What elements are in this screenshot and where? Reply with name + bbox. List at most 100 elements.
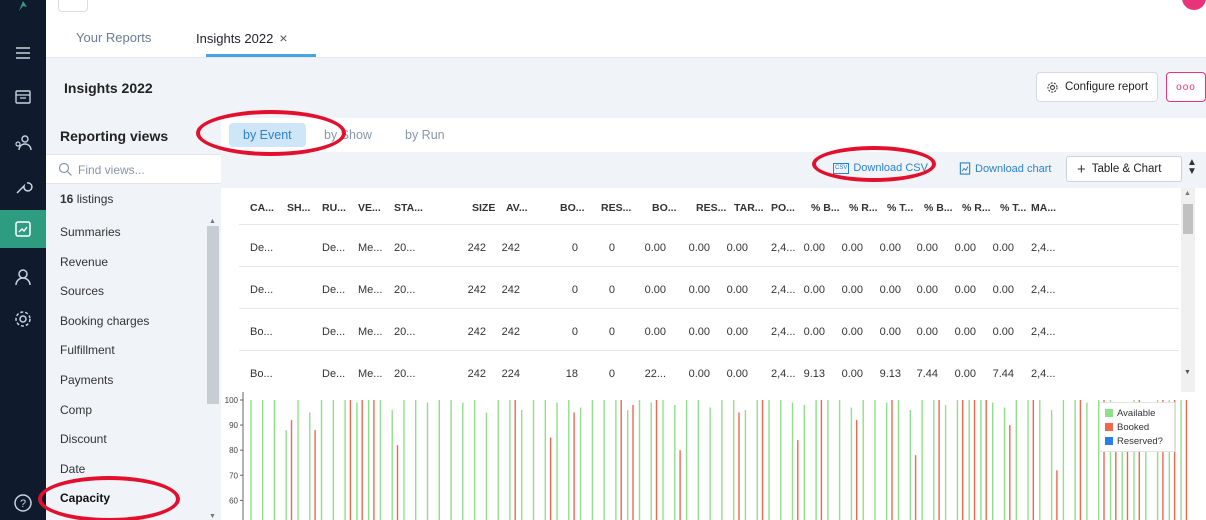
y-tick-label: 90 [229, 421, 238, 430]
bar-available [391, 410, 393, 520]
table-cell: 20... [394, 284, 416, 296]
bar-booked [514, 400, 516, 520]
bar-available [273, 400, 276, 520]
scroll-up-icon[interactable]: ▲ [1184, 190, 1191, 197]
menu-icon[interactable] [0, 36, 46, 70]
bar-available [426, 402, 429, 520]
ticket-icon[interactable] [0, 80, 46, 114]
legend-item-reserved[interactable]: Reserved? [1105, 434, 1169, 448]
bar-available [450, 400, 452, 520]
close-icon[interactable]: × [279, 30, 287, 46]
column-header[interactable]: SIZE [472, 202, 495, 214]
download-chart-button[interactable]: Download chart [959, 162, 1051, 175]
view-item-fulfillment[interactable]: Fulfillment [46, 336, 206, 366]
bar-available [332, 400, 334, 520]
scrollbar-thumb[interactable] [207, 226, 219, 404]
column-header[interactable]: RES... [696, 202, 726, 214]
bar-booked [820, 400, 823, 520]
view-item-summaries[interactable]: Summaries [46, 218, 206, 248]
table-cell: 9.13 [879, 368, 901, 380]
legend-label: Reserved? [1117, 435, 1163, 447]
column-header[interactable]: % B... [924, 202, 953, 214]
legend-item-available[interactable]: Available [1105, 406, 1169, 420]
bar-available [638, 400, 641, 520]
column-header[interactable]: RES... [601, 202, 631, 214]
table-cell: Me... [358, 284, 383, 296]
column-header[interactable]: % R... [962, 202, 991, 214]
bar-booked [856, 420, 858, 520]
avatar[interactable] [1182, 0, 1206, 10]
tab-by-show[interactable]: by Show [324, 123, 372, 147]
select-stepper-icon[interactable]: ▲ ▼ [1187, 158, 1197, 177]
legend-swatch [1105, 423, 1113, 431]
scroll-down-icon[interactable]: ▼ [209, 513, 216, 520]
bar-available [509, 400, 511, 520]
column-header[interactable]: RU... [322, 202, 346, 214]
view-item-capacity[interactable]: Capacity [46, 484, 206, 514]
view-item-discount[interactable]: Discount [46, 425, 206, 455]
view-item-date[interactable]: Date [46, 455, 206, 485]
table-cell: 0 [571, 242, 578, 254]
bar-booked [1079, 400, 1082, 520]
column-header[interactable]: BO... [560, 202, 585, 214]
download-csv-button[interactable]: CSV Download CSV [833, 162, 928, 174]
scrollbar-thumb[interactable] [1183, 204, 1193, 234]
y-tick-label: 60 [229, 496, 238, 505]
column-header[interactable]: MA... [1031, 202, 1056, 214]
table-cell: De... [322, 242, 346, 254]
bar-available [744, 410, 747, 520]
tab-by-event[interactable]: by Event [229, 123, 306, 147]
column-header[interactable]: BO... [652, 202, 677, 214]
column-header[interactable]: % T... [887, 202, 913, 214]
wrench-icon[interactable] [0, 170, 46, 204]
column-header[interactable]: PO... [771, 202, 795, 214]
view-item-revenue[interactable]: Revenue [46, 248, 206, 278]
column-header[interactable]: % R... [849, 202, 878, 214]
table-cell: 242 [501, 242, 520, 254]
legend-item-booked[interactable]: Booked [1105, 420, 1169, 434]
csv-icon: CSV [833, 162, 850, 174]
help-icon[interactable]: ? [0, 486, 46, 520]
table-chart-select[interactable]: + Table & Chart [1066, 156, 1182, 182]
table-cell: De... [250, 242, 274, 254]
view-item-payments[interactable]: Payments [46, 366, 206, 396]
tab-your-reports[interactable]: Your Reports [76, 30, 151, 45]
column-header[interactable]: TAR... [734, 202, 764, 214]
bar-available [897, 400, 900, 520]
gear-icon[interactable] [0, 302, 46, 336]
configure-report-button[interactable]: Configure report [1036, 72, 1158, 102]
table-cell: 0.00 [644, 326, 666, 338]
table-scrollbar[interactable]: ▲ ▼ [1181, 188, 1195, 392]
table-chart-label: Table & Chart [1091, 163, 1162, 175]
tab-by-run[interactable]: by Run [405, 123, 445, 147]
bar-available [356, 402, 358, 520]
tab-insights-2022[interactable]: Insights 2022 × [196, 30, 288, 46]
table-cell: 0 [608, 326, 615, 338]
more-options-button[interactable]: ooo [1166, 72, 1206, 102]
users-icon[interactable] [0, 126, 46, 160]
top-input-stub[interactable] [58, 0, 88, 12]
find-views-input[interactable] [78, 160, 208, 180]
column-header[interactable]: STA... [394, 202, 423, 214]
view-item-booking-charges[interactable]: Booking charges [46, 307, 206, 337]
download-chart-label: Download chart [975, 162, 1052, 175]
person-icon[interactable] [0, 260, 46, 294]
bar-booked [973, 400, 976, 520]
column-header[interactable]: % T... [1000, 202, 1026, 214]
view-item-comp[interactable]: Comp [46, 396, 206, 426]
views-scrollbar[interactable]: ▲ ▼ [206, 218, 220, 520]
bar-available [886, 402, 888, 520]
column-header[interactable]: % B... [811, 202, 840, 214]
view-item-sources[interactable]: Sources [46, 277, 206, 307]
column-header[interactable]: SH... [287, 202, 310, 214]
bar-available [768, 400, 770, 520]
column-header[interactable]: AV... [506, 202, 528, 214]
table-cell: 0.00 [803, 284, 825, 296]
scroll-down-icon[interactable]: ▼ [1184, 369, 1191, 376]
column-header[interactable]: VE... [358, 202, 381, 214]
logo-icon[interactable] [0, 0, 46, 18]
scroll-up-icon[interactable]: ▲ [209, 218, 216, 225]
reports-icon[interactable] [0, 210, 46, 248]
column-header[interactable]: CA... [250, 202, 274, 214]
table-cell: De... [250, 284, 274, 296]
